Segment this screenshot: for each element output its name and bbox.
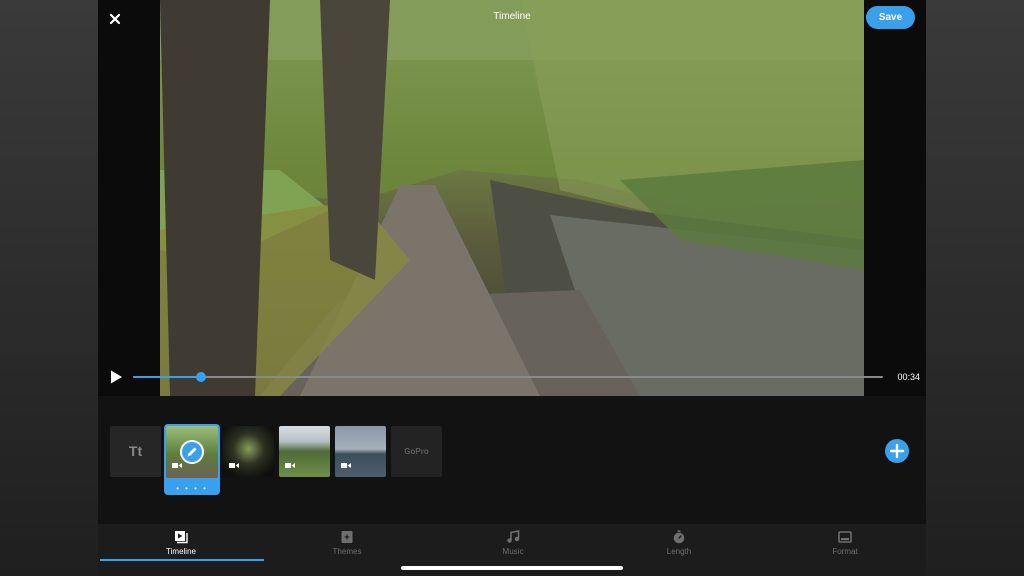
- page-title: Timeline: [493, 11, 531, 22]
- format-icon: [838, 531, 852, 543]
- scrubber-progress: [133, 376, 201, 378]
- video-frame[interactable]: [160, 0, 864, 396]
- scrubber-handle[interactable]: [195, 372, 206, 382]
- video-player[interactable]: Timeline Save 00:34: [98, 0, 926, 396]
- video-camera-icon: [172, 463, 182, 468]
- clip-3[interactable]: [279, 426, 330, 477]
- selected-clip-indicator: • • • •: [176, 484, 208, 493]
- tab-label: Timeline: [166, 547, 196, 556]
- timeline-icon: [175, 531, 188, 544]
- tab-timeline[interactable]: Timeline: [98, 524, 264, 564]
- video-camera-icon: [229, 463, 239, 468]
- home-indicator: [401, 566, 623, 570]
- edit-clip-button[interactable]: [180, 440, 204, 464]
- clip-2[interactable]: [223, 426, 274, 477]
- right-letterbox: [926, 0, 1024, 576]
- app-window: Timeline Save 00:34 Tt • • • • GoPro Tim…: [98, 0, 926, 576]
- tab-label: Music: [502, 547, 524, 556]
- add-media-button[interactable]: [885, 439, 909, 463]
- video-camera-icon: [341, 463, 351, 468]
- pencil-icon: [187, 447, 197, 457]
- playback-time: 00:34: [897, 372, 920, 382]
- scrubber-track[interactable]: [133, 372, 883, 382]
- tab-themes[interactable]: Themes: [264, 524, 430, 564]
- clip-1-selected[interactable]: [166, 426, 218, 478]
- outro-logo-clip[interactable]: GoPro: [391, 426, 442, 477]
- save-button[interactable]: Save: [866, 6, 915, 29]
- tab-format[interactable]: Format: [762, 524, 926, 564]
- clip-strip: Tt • • • • GoPro: [98, 396, 926, 524]
- tab-label: Format: [832, 547, 858, 556]
- tab-label: Themes: [332, 547, 362, 556]
- video-scene-image: [160, 0, 864, 396]
- stopwatch-icon: [673, 530, 685, 544]
- themes-icon: [341, 531, 353, 543]
- plus-icon: [889, 443, 905, 459]
- tab-music[interactable]: Music: [430, 524, 596, 564]
- tab-label: Length: [666, 547, 692, 556]
- active-tab-indicator: [100, 559, 264, 561]
- bottom-tab-bar: Timeline Themes Music Length Format: [98, 524, 926, 576]
- tab-length[interactable]: Length: [596, 524, 762, 564]
- video-camera-icon: [285, 463, 295, 468]
- title-card-clip[interactable]: Tt: [110, 426, 161, 477]
- music-icon: [507, 530, 520, 543]
- play-icon[interactable]: [108, 369, 124, 385]
- clip-4[interactable]: [335, 426, 386, 477]
- left-letterbox: [0, 0, 98, 576]
